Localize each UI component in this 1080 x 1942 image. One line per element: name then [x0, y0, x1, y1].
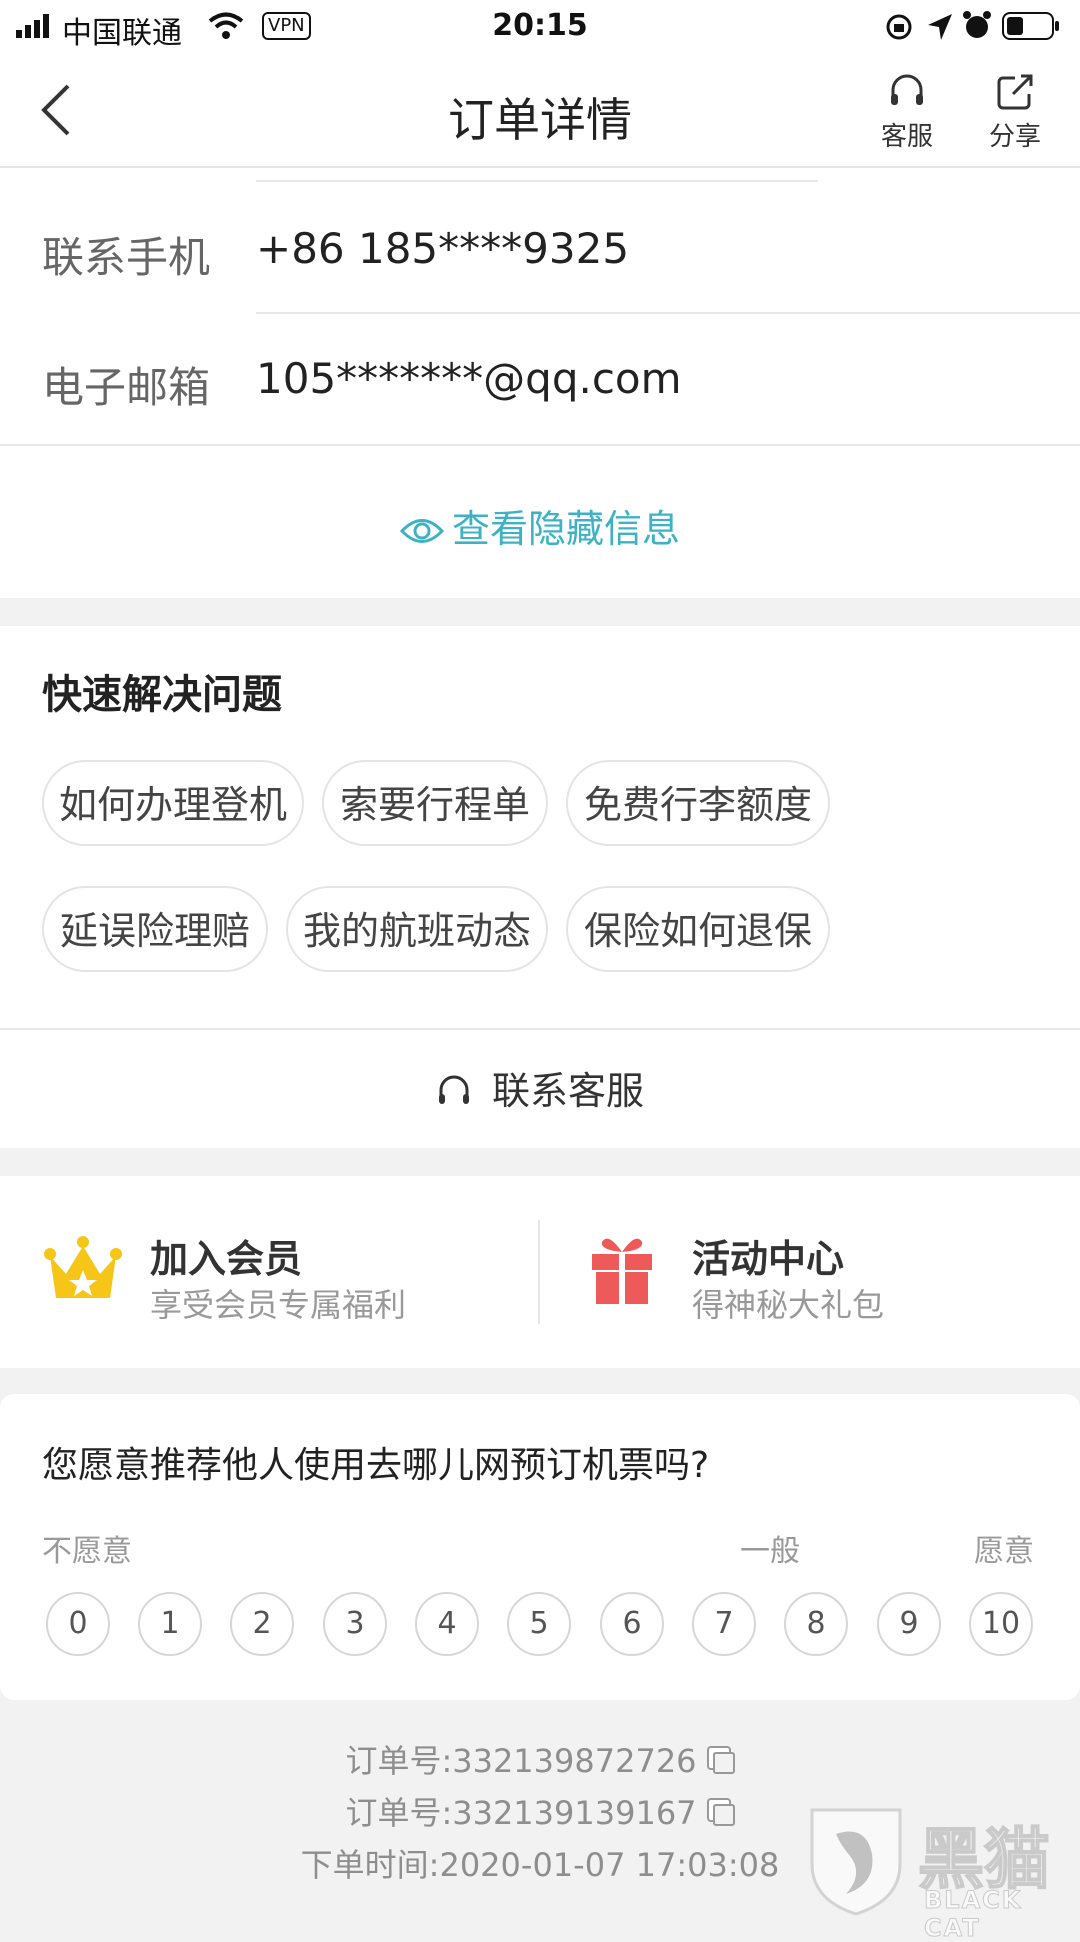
- help-chip-delay-insurance[interactable]: 延误险理赔: [42, 886, 268, 972]
- help-chip-insurance-refund[interactable]: 保险如何退保: [566, 886, 830, 972]
- contact-service-label: 联系客服: [491, 1069, 644, 1113]
- black-cat-watermark: 黑猫 BLACK CAT: [806, 1800, 1080, 1942]
- battery-icon: [1002, 12, 1059, 40]
- share-icon: [997, 74, 1033, 110]
- email-value: 105*******@qq.com: [256, 354, 682, 403]
- clock: 20:15: [492, 8, 588, 43]
- activity-title: 活动中心: [692, 1237, 845, 1281]
- contact-service-button[interactable]: 联系客服: [0, 1060, 1080, 1115]
- activity-center-card[interactable]: 活动中心 得神秘大礼包: [540, 1176, 1080, 1368]
- eye-icon: [399, 519, 445, 543]
- divider: [0, 444, 1080, 446]
- phone-label: 联系手机: [42, 233, 211, 282]
- phone-value: +86 185****9325: [256, 224, 630, 273]
- score-option-6[interactable]: 6: [600, 1592, 664, 1656]
- activity-subtitle: 得神秘大礼包: [692, 1286, 885, 1324]
- quick-help-section: 快速解决问题 如何办理登机 索要行程单 免费行李额度 延误险理赔 我的航班动态 …: [0, 626, 1080, 1148]
- score-option-3[interactable]: 3: [323, 1592, 387, 1656]
- help-chip-boarding[interactable]: 如何办理登机: [42, 760, 304, 846]
- watermark-en: BLACK CAT: [924, 1886, 1023, 1942]
- location-arrow-icon: [928, 14, 952, 40]
- survey-label-mid: 一般: [740, 1534, 800, 1569]
- promo-section: 加入会员 享受会员专属福利 活动中心 得神秘大礼包: [0, 1176, 1080, 1368]
- quick-help-title: 快速解决问题: [42, 672, 282, 718]
- score-option-5[interactable]: 5: [507, 1592, 571, 1656]
- nav-bar: 订单详情 客服 分享: [0, 54, 1080, 168]
- contact-info-section: 联系手机 +86 185****9325 电子邮箱 105*******@qq.…: [0, 168, 1080, 598]
- order-number-2-text: 订单号:332139139167: [345, 1794, 697, 1832]
- score-option-1[interactable]: 1: [138, 1592, 202, 1656]
- reveal-hidden-info-link[interactable]: 查看隐藏信息: [0, 498, 1080, 553]
- divider: [0, 1028, 1080, 1030]
- member-subtitle: 享受会员专属福利: [150, 1286, 407, 1324]
- divider: [256, 312, 1080, 314]
- gift-icon: [592, 1238, 652, 1304]
- help-chip-baggage[interactable]: 免费行李额度: [566, 760, 830, 846]
- alarm-icon: [963, 11, 991, 38]
- divider: [256, 180, 818, 182]
- crown-icon: [44, 1236, 122, 1298]
- join-member-card[interactable]: 加入会员 享受会员专属福利: [0, 1176, 538, 1368]
- reveal-hidden-info-label: 查看隐藏信息: [451, 507, 680, 551]
- score-option-8[interactable]: 8: [784, 1592, 848, 1656]
- score-option-9[interactable]: 9: [877, 1592, 941, 1656]
- score-option-10[interactable]: 10: [969, 1592, 1033, 1656]
- order-number-1: 订单号:332139872726: [0, 1736, 1080, 1782]
- email-label: 电子邮箱: [42, 363, 211, 412]
- share-label: 分享: [988, 122, 1041, 152]
- copy-icon[interactable]: [712, 1804, 735, 1826]
- score-option-0[interactable]: 0: [46, 1592, 110, 1656]
- status-bar: 中国联通 VPN 20:15: [0, 0, 1080, 54]
- rotation-lock-icon: [886, 14, 912, 40]
- customer-service-label: 客服: [880, 122, 933, 152]
- survey-label-high: 愿意: [974, 1534, 1034, 1569]
- member-title: 加入会员: [150, 1237, 303, 1281]
- black-cat-logo-icon: [810, 1808, 902, 1916]
- score-option-7[interactable]: 7: [692, 1592, 756, 1656]
- nps-survey-section: 您愿意推荐他人使用去哪儿网预订机票吗? 不愿意 一般 愿意 0 1 2 3 4 …: [0, 1394, 1080, 1700]
- help-chip-flight-status[interactable]: 我的航班动态: [286, 886, 548, 972]
- survey-label-low: 不愿意: [42, 1534, 132, 1569]
- order-number-1-text: 订单号:332139872726: [345, 1742, 697, 1780]
- customer-service-button[interactable]: 客服: [862, 72, 952, 153]
- share-button[interactable]: 分享: [970, 72, 1060, 153]
- survey-question: 您愿意推荐他人使用去哪儿网预订机票吗?: [42, 1445, 710, 1486]
- headset-icon: [438, 1075, 469, 1104]
- headset-icon: [891, 74, 923, 105]
- help-chip-itinerary[interactable]: 索要行程单: [322, 760, 548, 846]
- copy-icon[interactable]: [712, 1752, 735, 1774]
- score-option-4[interactable]: 4: [415, 1592, 479, 1656]
- score-option-2[interactable]: 2: [230, 1592, 294, 1656]
